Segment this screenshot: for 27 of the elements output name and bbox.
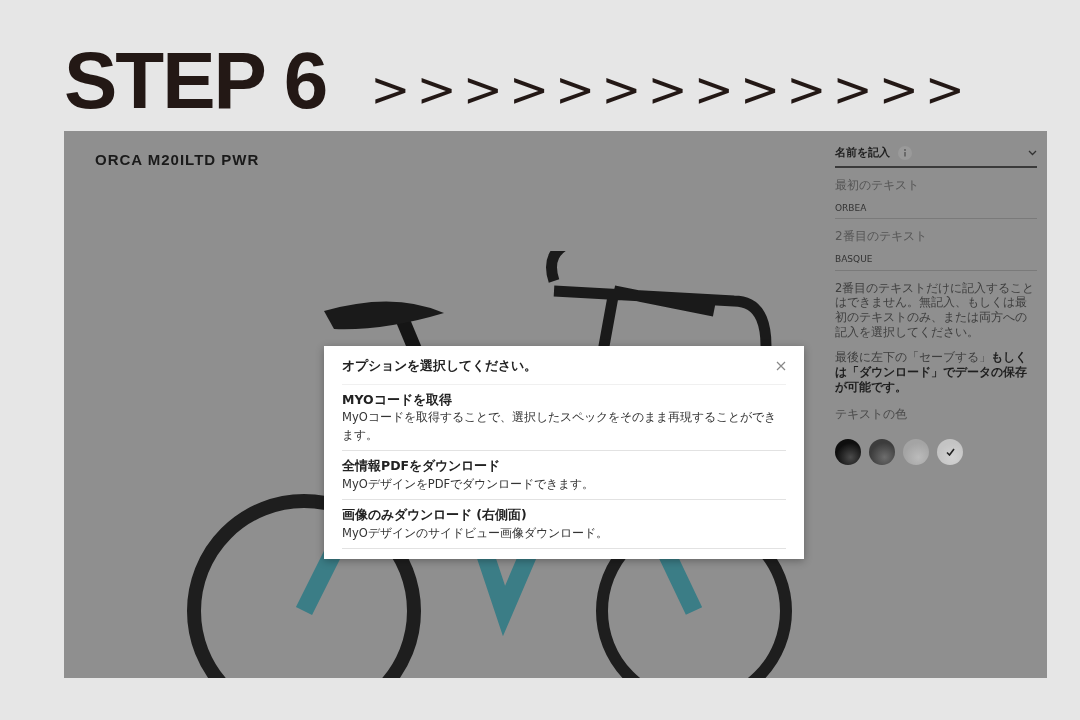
step-title: STEP 6 <box>64 41 327 127</box>
product-name: ORCA M20ILTD PWR <box>95 150 260 170</box>
option-item[interactable]: 画像のみダウンロード (右側面) MyOデザインのサイドビュー画像ダウンロード。 <box>342 499 786 549</box>
info-icon[interactable] <box>898 146 912 161</box>
option-title: MYOコードを取得 <box>342 390 453 409</box>
section-header[interactable]: 名前を記入 <box>835 145 1037 168</box>
option-description: MyOコードを取得することで、選択したスペックをそのまま再現することができます。 <box>342 409 777 444</box>
close-icon[interactable] <box>776 360 786 371</box>
dialog-title: オプションを選択してください。 <box>342 357 537 375</box>
arrow-row-text: >>>>>>>>>>>>> <box>370 65 972 119</box>
option-title: 全情報PDFをダウンロード <box>342 456 502 475</box>
check-icon <box>945 448 955 457</box>
color-swatch[interactable] <box>903 439 929 466</box>
color-section-title: テキストの色 <box>835 406 908 424</box>
option-item[interactable]: 全情報PDFをダウンロード MyOデザインをPDFでダウンロードできます。 <box>342 450 786 500</box>
instruction-text: 2番目のテキストだけに記入することはできません。無記入、もしくは最初のテキストのみ、または両方への記入を選択してください。 <box>835 280 1036 341</box>
option-title: 画像のみダウンロード (右側面) <box>342 505 528 524</box>
color-swatch[interactable] <box>869 439 895 466</box>
color-swatch[interactable] <box>937 439 963 466</box>
text-input[interactable]: ORBEA <box>835 193 1037 219</box>
color-swatch[interactable] <box>835 439 861 466</box>
instruction-text: 最後に左下の「セーブする」もしくは「ダウンロード」でデータの保存が可能です。 <box>835 350 1028 396</box>
option-description: MyOデザインをPDFでダウンロードできます。 <box>342 475 596 493</box>
chevron-down-icon[interactable] <box>1028 150 1037 157</box>
option-item[interactable]: MYOコードを取得 MyOコードを取得することで、選択したスペックをそのまま再現することができます。 <box>342 384 786 451</box>
option-description: MyOデザインのサイドビュー画像ダウンロード。 <box>342 524 609 542</box>
text-input[interactable]: BASQUE <box>835 245 1037 271</box>
